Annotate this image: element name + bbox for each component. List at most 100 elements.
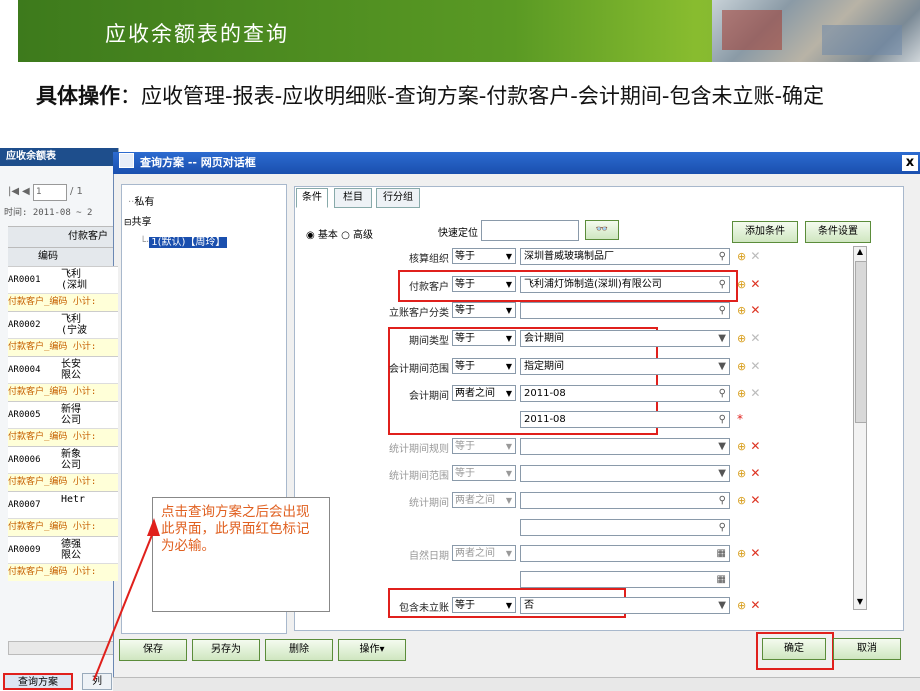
- field-value-input[interactable]: ⚲: [520, 302, 730, 319]
- chevron-down-icon[interactable]: ▼: [506, 359, 512, 375]
- field-value-input[interactable]: ⚲: [520, 519, 730, 536]
- operator-select[interactable]: 两者之间 ▼: [452, 492, 516, 508]
- table-row[interactable]: AR0001 飞利 (深圳: [8, 266, 118, 293]
- dropdown-icon[interactable]: ▼: [718, 331, 726, 347]
- field-value-input[interactable]: 深圳普威玻璃制品厂 ⚲: [520, 248, 730, 265]
- chevron-down-icon[interactable]: ▼: [506, 249, 512, 265]
- table-row[interactable]: AR0004 长安 限公: [8, 356, 118, 383]
- operator-select[interactable]: 等于 ▼: [452, 276, 516, 292]
- search-button[interactable]: 👓: [585, 220, 619, 240]
- ok-button[interactable]: 确定: [762, 638, 826, 660]
- operate-button[interactable]: 操作▾: [338, 639, 406, 661]
- add-condition-icon[interactable]: ⊕: [737, 599, 746, 612]
- delete-button[interactable]: 删除: [265, 639, 333, 661]
- delete-condition-icon[interactable]: ✕: [746, 546, 760, 560]
- field-value-input[interactable]: 2011-08 ⚲: [520, 411, 730, 428]
- dropdown-icon[interactable]: ▼: [718, 439, 726, 455]
- chevron-down-icon[interactable]: ▼: [506, 439, 512, 455]
- collapse-icon[interactable]: ⊟: [124, 218, 132, 228]
- delete-condition-icon[interactable]: ✕: [746, 466, 760, 480]
- delete-condition-icon[interactable]: ✕: [746, 598, 760, 612]
- search-icon[interactable]: ⚲: [719, 412, 726, 428]
- operator-select[interactable]: 两者之间 ▼: [452, 545, 516, 561]
- tab-columns[interactable]: 栏目: [334, 188, 372, 208]
- dropdown-icon[interactable]: ▼: [718, 598, 726, 614]
- operator-select[interactable]: 等于 ▼: [452, 302, 516, 318]
- chevron-down-icon[interactable]: ▼: [506, 386, 512, 402]
- field-value-input[interactable]: 飞利浦灯饰制造(深圳)有限公司 ⚲: [520, 276, 730, 293]
- calendar-icon[interactable]: ▦: [717, 546, 726, 562]
- search-icon[interactable]: ⚲: [719, 493, 726, 509]
- add-condition-icon[interactable]: ⊕: [737, 360, 746, 373]
- add-condition-icon[interactable]: ⊕: [737, 494, 746, 507]
- search-icon[interactable]: ⚲: [719, 386, 726, 402]
- page-input[interactable]: 1: [33, 184, 67, 201]
- table-row[interactable]: AR0006 新象 公司: [8, 446, 118, 473]
- radio-basic-icon[interactable]: ◉: [306, 230, 315, 241]
- field-value-input[interactable]: ▦: [520, 545, 730, 562]
- prev-page-icon[interactable]: ◀: [22, 186, 30, 197]
- add-condition-button[interactable]: 添加条件: [732, 221, 798, 243]
- field-value-input[interactable]: 会计期间 ▼: [520, 330, 730, 347]
- radio-advanced-icon[interactable]: ○: [341, 230, 350, 241]
- tab-conditions[interactable]: 条件: [296, 188, 328, 208]
- table-row[interactable]: AR0005 新得 公司: [8, 401, 118, 428]
- field-value-input[interactable]: ⚲: [520, 492, 730, 509]
- add-condition-icon[interactable]: ⊕: [737, 332, 746, 345]
- operator-select[interactable]: 等于 ▼: [452, 438, 516, 454]
- tab-row-grouping[interactable]: 行分组: [376, 188, 420, 208]
- cancel-button[interactable]: 取消: [833, 638, 901, 660]
- field-value-input[interactable]: ▼: [520, 438, 730, 455]
- calendar-icon[interactable]: ▦: [717, 572, 726, 588]
- close-icon[interactable]: x: [902, 155, 918, 171]
- tree-node-private[interactable]: ··私有: [128, 193, 154, 208]
- table-row[interactable]: AR0009 德强 限公: [8, 536, 118, 563]
- search-icon[interactable]: ⚲: [719, 303, 726, 319]
- delete-condition-icon[interactable]: ✕: [746, 303, 760, 317]
- search-icon[interactable]: ⚲: [719, 249, 726, 265]
- tree-node-shared[interactable]: ⊟共享: [124, 213, 152, 228]
- chevron-down-icon[interactable]: ▼: [506, 277, 512, 293]
- dropdown-icon[interactable]: ▼: [718, 466, 726, 482]
- add-condition-icon[interactable]: ⊕: [737, 304, 746, 317]
- chevron-down-icon[interactable]: ▼: [506, 493, 512, 509]
- condition-settings-button[interactable]: 条件设置: [805, 221, 871, 243]
- scroll-up-icon[interactable]: ▲: [854, 247, 866, 259]
- chevron-down-icon[interactable]: ▼: [506, 331, 512, 347]
- operator-select[interactable]: 等于 ▼: [452, 597, 516, 613]
- delete-condition-icon[interactable]: ✕: [746, 439, 760, 453]
- operator-select[interactable]: 等于 ▼: [452, 330, 516, 346]
- conditions-scrollbar[interactable]: ▲ ▼: [853, 246, 867, 610]
- operator-select[interactable]: 等于 ▼: [452, 465, 516, 481]
- chevron-down-icon[interactable]: ▼: [506, 598, 512, 614]
- first-page-icon[interactable]: |◀: [8, 186, 19, 197]
- operator-select[interactable]: 等于 ▼: [452, 358, 516, 374]
- chevron-down-icon[interactable]: ▼: [506, 546, 512, 562]
- table-row[interactable]: AR0007 Hetr: [8, 491, 118, 518]
- chevron-down-icon[interactable]: ▼: [506, 303, 512, 319]
- add-condition-icon[interactable]: ⊕: [737, 440, 746, 453]
- add-condition-icon[interactable]: ⊕: [737, 467, 746, 480]
- dropdown-icon[interactable]: ▼: [718, 359, 726, 375]
- add-condition-icon[interactable]: ⊕: [737, 547, 746, 560]
- field-value-input[interactable]: 指定期间 ▼: [520, 358, 730, 375]
- tree-node-default-scheme[interactable]: └· 1(默认)【周玲】: [140, 233, 228, 248]
- scroll-down-icon[interactable]: ▼: [854, 597, 866, 609]
- field-value-input[interactable]: ▼: [520, 465, 730, 482]
- add-condition-icon[interactable]: ⊕: [737, 387, 746, 400]
- search-icon[interactable]: ⚲: [719, 277, 726, 293]
- add-condition-icon[interactable]: ⊕: [737, 278, 746, 291]
- save-as-button[interactable]: 另存为: [192, 639, 260, 661]
- field-value-input[interactable]: 2011-08 ⚲: [520, 385, 730, 402]
- delete-condition-icon[interactable]: ✕: [746, 493, 760, 507]
- field-value-input[interactable]: 否 ▼: [520, 597, 730, 614]
- scroll-thumb[interactable]: [855, 261, 867, 423]
- table-row[interactable]: AR0002 飞利 (宁波: [8, 311, 118, 338]
- delete-condition-icon[interactable]: ✕: [746, 277, 760, 291]
- search-icon[interactable]: ⚲: [719, 520, 726, 536]
- operator-select[interactable]: 两者之间 ▼: [452, 385, 516, 401]
- field-value-input[interactable]: ▦: [520, 571, 730, 588]
- operator-select[interactable]: 等于 ▼: [452, 248, 516, 264]
- chevron-down-icon[interactable]: ▼: [506, 466, 512, 482]
- quick-locate-input[interactable]: [481, 220, 579, 241]
